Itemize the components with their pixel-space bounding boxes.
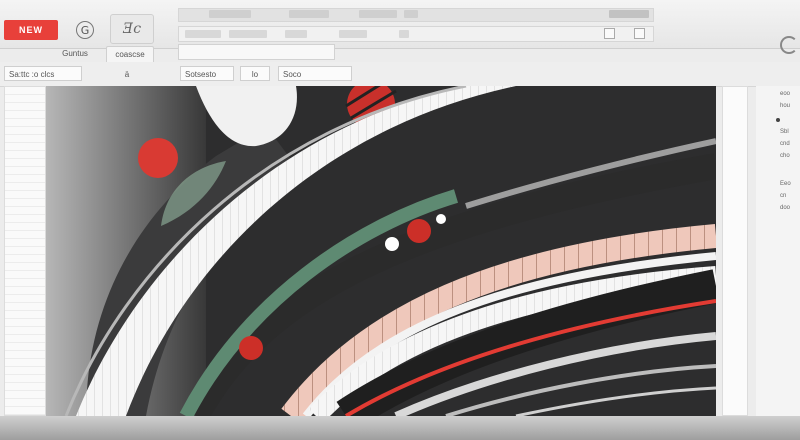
side-ruler: [4, 86, 46, 416]
property-row[interactable]: eoo: [780, 90, 790, 98]
toolbar-field-4[interactable]: lo: [240, 66, 270, 81]
circle-g-icon[interactable]: G: [76, 21, 94, 39]
address-strip[interactable]: [178, 26, 654, 42]
property-row[interactable]: Eeo: [780, 180, 791, 188]
property-row[interactable]: hou: [780, 102, 790, 110]
tab-1[interactable]: Guntus: [52, 46, 98, 62]
strip-segment: [404, 10, 418, 18]
new-button[interactable]: NEW: [4, 20, 58, 40]
right-pane: [722, 86, 748, 416]
main-canvas[interactable]: [46, 86, 716, 416]
logo-icon: Ǝc: [110, 14, 154, 44]
red-dot: [138, 138, 178, 178]
property-row[interactable]: Sbl: [780, 128, 789, 136]
strip-segment: [399, 30, 409, 38]
properties-panel: eoo hou Sbl cnd cho Eeo cn doo: [756, 86, 800, 416]
strip-segment: [289, 10, 329, 18]
status-bar: [0, 416, 800, 440]
top-bar: NEW G Ǝc: [0, 0, 800, 60]
strip-segment: [339, 30, 367, 38]
sub-input[interactable]: [178, 44, 335, 60]
canvas-artwork: [46, 86, 716, 416]
property-row[interactable]: cn: [780, 192, 786, 200]
strip-segment: [229, 30, 267, 38]
property-row[interactable]: doo: [780, 204, 790, 212]
strip-segment: [209, 10, 251, 18]
toolbar-field-5[interactable]: Soco: [278, 66, 352, 81]
strip-segment: [185, 30, 221, 38]
top-strip: [178, 8, 654, 22]
property-row[interactable]: cho: [780, 152, 790, 160]
toolbar-field-3[interactable]: Sotsesto: [180, 66, 234, 81]
strip-segment: [285, 30, 307, 38]
toolbar-field-1[interactable]: Sa:ttc :o clcs: [4, 66, 82, 81]
strip-segment: [609, 10, 649, 18]
square-button[interactable]: [634, 28, 645, 39]
property-row[interactable]: cnd: [780, 140, 790, 148]
square-button[interactable]: [604, 28, 615, 39]
toolbar-field-2[interactable]: ä: [112, 66, 142, 81]
strip-segment: [359, 10, 397, 18]
toolbar: Sa:ttc :o clcs ä Sotsesto lo Soco: [0, 62, 800, 87]
refresh-icon[interactable]: [780, 36, 798, 54]
